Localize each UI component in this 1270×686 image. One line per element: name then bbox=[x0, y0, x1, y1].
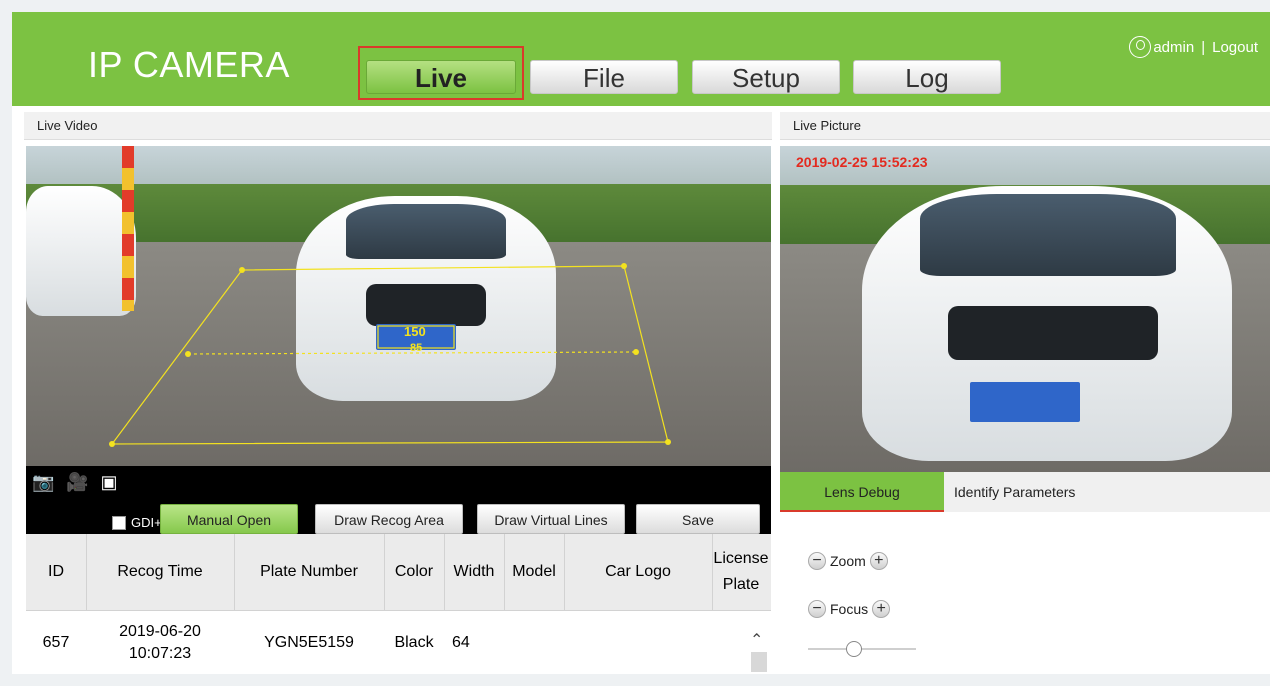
row-time-clock: 10:07:23 bbox=[128, 645, 192, 662]
col-header-car-logo: Car Logo bbox=[605, 563, 671, 580]
live-picture-header: Live Picture bbox=[780, 112, 1270, 140]
focus-out-icon[interactable]: − bbox=[808, 600, 826, 618]
row-width: 64 bbox=[452, 634, 470, 651]
recog-top-value: 150 bbox=[404, 324, 426, 339]
focus-label: Focus bbox=[830, 601, 869, 617]
col-header-color: Color bbox=[394, 563, 434, 580]
col-header-plate-number: Plate Number bbox=[260, 563, 358, 580]
zoom-control: − Zoom + bbox=[808, 550, 888, 572]
scroll-up-arrow-icon[interactable]: ⌃ bbox=[750, 630, 766, 649]
col-header-license-plate: License Plate bbox=[713, 550, 769, 593]
row-color: Black bbox=[394, 634, 434, 651]
tab-identify-parameters[interactable]: Identify Parameters bbox=[954, 472, 1104, 512]
col-header-id: ID bbox=[48, 563, 64, 580]
focus-control: − Focus + bbox=[808, 598, 891, 620]
focus-in-icon[interactable]: + bbox=[872, 600, 891, 618]
gdi-label: GDI+ bbox=[131, 515, 162, 530]
user-area: admin | Logout bbox=[1129, 36, 1258, 58]
row-id: 657 bbox=[42, 634, 70, 651]
draw-virtual-lines-button[interactable]: Draw Virtual Lines bbox=[477, 504, 625, 534]
focus-slider-knob[interactable] bbox=[846, 641, 862, 657]
focus-slider-track[interactable] bbox=[808, 648, 916, 650]
row-recog-time: 2019-06-20 10:07:23 bbox=[86, 612, 234, 674]
top-header: IP CAMERA Live File Setup Log admin | Lo… bbox=[12, 12, 1270, 106]
tab-setup[interactable]: Setup bbox=[692, 60, 840, 94]
col-header-width: Width bbox=[453, 563, 495, 580]
recog-bottom-value: 85 bbox=[410, 342, 423, 354]
col-header-model: Model bbox=[512, 563, 556, 580]
app-frame: IP CAMERA Live File Setup Log admin | Lo… bbox=[12, 12, 1270, 674]
live-video-header: Live Video bbox=[24, 112, 772, 140]
zoom-in-icon[interactable]: + bbox=[869, 552, 888, 570]
username: admin bbox=[1153, 38, 1195, 56]
draw-recog-area-button[interactable]: Draw Recog Area bbox=[315, 504, 463, 534]
col-header-recog-time: Recog Time bbox=[117, 563, 203, 580]
record-icon[interactable]: 🎥 bbox=[66, 472, 88, 492]
snapshot-icon[interactable]: 📷 bbox=[32, 472, 54, 492]
picture-car-windshield bbox=[920, 194, 1176, 276]
user-icon bbox=[1129, 36, 1152, 58]
live-tab-highlight bbox=[358, 46, 524, 100]
gdi-checkbox[interactable] bbox=[112, 516, 126, 530]
tab-lens-debug[interactable]: Lens Debug bbox=[780, 472, 944, 512]
row-plate-number: YGN5E5159 bbox=[264, 634, 354, 651]
picture-timestamp: 2019-02-25 15:52:23 bbox=[796, 154, 928, 170]
live-picture-feed[interactable]: 2019-02-25 15:52:23 bbox=[780, 146, 1270, 472]
picture-license-plate bbox=[970, 382, 1080, 422]
row-time-date: 2019-06-20 bbox=[119, 623, 201, 640]
header-separator: | bbox=[1201, 38, 1206, 56]
logout-link[interactable]: Logout bbox=[1212, 39, 1258, 56]
scrollbar-thumb[interactable] bbox=[751, 652, 767, 672]
save-button[interactable]: Save bbox=[636, 504, 760, 534]
table-row-separator bbox=[26, 610, 771, 611]
tab-log[interactable]: Log bbox=[853, 60, 1001, 94]
tab-file[interactable]: File bbox=[530, 60, 678, 94]
zoom-label: Zoom bbox=[830, 553, 866, 569]
picture-car-grille bbox=[948, 306, 1158, 360]
fullscreen-icon[interactable]: ▣ bbox=[98, 472, 120, 492]
zoom-out-icon[interactable]: − bbox=[808, 552, 826, 570]
manual-open-button[interactable]: Manual Open bbox=[160, 504, 298, 534]
brand-title: IP CAMERA bbox=[88, 44, 290, 85]
recog-area-overlay bbox=[109, 263, 671, 447]
live-video-feed[interactable]: 150 85 bbox=[26, 146, 771, 466]
